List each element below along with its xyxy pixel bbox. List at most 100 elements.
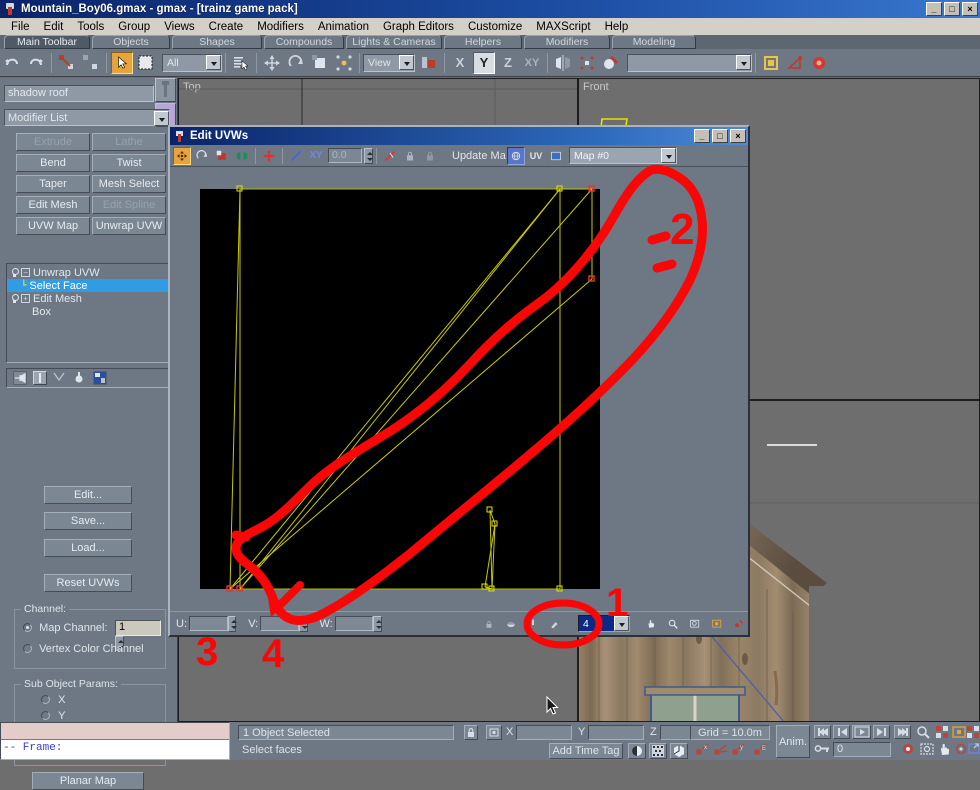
zoom-icon[interactable] — [915, 725, 931, 740]
modifier-button-edit-spline[interactable]: Edit Spline — [92, 196, 166, 214]
min-max-toggle-icon[interactable] — [968, 742, 980, 757]
pan-icon[interactable] — [937, 742, 953, 757]
configure-modifier-sets-icon[interactable] — [93, 371, 107, 385]
selection-filter-combo[interactable]: All — [162, 53, 222, 72]
key-mode-icon[interactable] — [813, 742, 831, 757]
w-field[interactable] — [334, 616, 374, 631]
show-map-icon[interactable] — [507, 146, 525, 165]
zoom-extents-icon[interactable] — [951, 725, 967, 740]
lock-selected-vertices-icon[interactable] — [421, 147, 439, 165]
expand-plus-icon[interactable]: + — [21, 294, 30, 303]
use-transform-coord-center-icon[interactable] — [418, 52, 440, 74]
uv-canvas-svg[interactable] — [172, 169, 746, 597]
select-and-uniform-scale-icon[interactable] — [309, 52, 331, 74]
xy-axis-icon[interactable] — [712, 743, 729, 759]
animate-button[interactable]: Anim. — [776, 725, 810, 758]
menu-item-edit[interactable]: Edit — [37, 20, 71, 34]
stack-item-edit-mesh[interactable]: + Edit Mesh — [7, 292, 169, 305]
modifier-button-mesh-select[interactable]: Mesh Select — [92, 175, 166, 193]
modifier-button-uvw-map[interactable]: UVW Map — [16, 217, 90, 235]
update-map-button[interactable]: Update Map — [452, 150, 506, 162]
filter-value-field[interactable]: 0.0 — [328, 148, 362, 163]
reference-coordinate-system-combo[interactable]: View — [363, 53, 415, 72]
zoom-extents-selected-icon[interactable] — [731, 616, 747, 632]
unlink-selection-icon[interactable] — [80, 52, 102, 74]
map-channel-radio[interactable] — [23, 623, 32, 632]
modifier-button-unwrap-uvw[interactable]: Unwrap UVW — [92, 217, 166, 235]
make-unique-icon[interactable] — [53, 371, 67, 385]
object-name-field[interactable]: shadow roof — [4, 85, 154, 102]
current-frame-field[interactable]: 0 — [833, 742, 891, 757]
break-icon[interactable] — [287, 147, 305, 165]
chevron-down-icon[interactable] — [154, 110, 169, 126]
snaps-toggle-icon[interactable] — [760, 52, 782, 74]
modifier-button-lathe[interactable]: Lathe — [92, 133, 166, 151]
undo-icon[interactable] — [1, 52, 23, 74]
tab-objects[interactable]: Objects — [92, 35, 170, 49]
unwrap-options-icon[interactable] — [503, 616, 519, 632]
modifier-button-extrude[interactable]: Extrude — [16, 133, 90, 151]
x-coord-field[interactable] — [516, 725, 572, 740]
select-object-icon[interactable] — [111, 51, 133, 74]
selection-lock-icon[interactable] — [464, 725, 478, 740]
material-editor-icon[interactable] — [600, 52, 622, 74]
menu-item-help[interactable]: Help — [598, 20, 636, 34]
zoom-region-icon[interactable] — [687, 616, 703, 632]
play-animation-icon[interactable] — [852, 725, 871, 739]
mirror-icon[interactable] — [233, 147, 251, 165]
tab-shapes[interactable]: Shapes — [172, 35, 262, 49]
chevron-down-icon[interactable] — [736, 55, 751, 70]
vertex-color-channel-radio[interactable] — [23, 644, 32, 653]
show-map-in-viewport-icon[interactable] — [547, 147, 565, 165]
scale-icon[interactable] — [213, 147, 231, 165]
stack-item-select-face[interactable]: ┗ Select Face — [7, 279, 169, 292]
light-bulb-icon[interactable] — [10, 293, 19, 304]
menu-item-file[interactable]: File — [4, 20, 37, 34]
break-apart-icon[interactable] — [381, 147, 399, 165]
light-bulb-icon[interactable] — [10, 267, 19, 278]
select-and-link-icon[interactable] — [56, 52, 78, 74]
pin-stack-icon[interactable] — [13, 371, 27, 385]
expand-minus-icon[interactable]: − — [21, 268, 30, 277]
named-selection-set-combo[interactable] — [627, 53, 752, 72]
uv-canvas[interactable] — [172, 169, 746, 597]
edit-uvws-dialog[interactable]: Edit UVWs _ □ × XY 0.0 Update Map UV Map… — [168, 125, 750, 637]
menu-item-customize[interactable]: Customize — [461, 20, 529, 34]
menu-item-create[interactable]: Create — [202, 20, 251, 34]
map-channel-field[interactable]: 1 — [115, 620, 161, 636]
close-button[interactable]: × — [730, 129, 746, 143]
modifier-list-combo[interactable]: Modifier List — [4, 109, 170, 126]
go-to-end-icon[interactable] — [894, 725, 911, 739]
maximize-button[interactable]: □ — [944, 2, 960, 16]
u-spinner[interactable] — [227, 615, 237, 632]
stack-item-box[interactable]: Box — [7, 305, 169, 318]
pan-icon[interactable] — [643, 616, 659, 632]
menu-item-graph-editors[interactable]: Graph Editors — [376, 20, 461, 34]
chevron-down-icon[interactable] — [399, 55, 414, 70]
tab-compounds[interactable]: Compounds — [264, 35, 344, 49]
modifier-stack[interactable]: − Unwrap UVW ┗ Select Face + Edit Mesh B… — [6, 263, 170, 363]
constraint-icon[interactable]: E — [752, 743, 769, 759]
menu-item-maxscript[interactable]: MAXScript — [529, 20, 597, 34]
select-and-move-icon[interactable] — [261, 52, 283, 74]
restrict-to-z-icon[interactable]: Z — [497, 52, 519, 74]
zoom-extents-all-icon[interactable] — [966, 725, 980, 740]
weld-selected-icon[interactable] — [260, 147, 278, 165]
menu-item-animation[interactable]: Animation — [311, 20, 376, 34]
lock-selected-icon[interactable] — [401, 147, 419, 165]
chevron-down-icon[interactable] — [661, 148, 676, 163]
v-spinner[interactable] — [298, 615, 308, 632]
menu-item-modifiers[interactable]: Modifiers — [250, 20, 311, 34]
snap-toggle-icon[interactable] — [628, 743, 646, 759]
y-coord-field[interactable] — [588, 725, 644, 740]
axis-y-radio[interactable] — [41, 711, 50, 720]
move-selected-subobject-icon[interactable] — [173, 146, 191, 165]
rotate-icon[interactable] — [193, 147, 211, 165]
remove-modifier-icon[interactable] — [73, 371, 87, 385]
angle-snap-icon[interactable] — [649, 743, 667, 759]
previous-frame-icon[interactable] — [833, 725, 850, 739]
mirror-icon[interactable] — [552, 52, 574, 74]
select-and-rotate-icon[interactable] — [285, 52, 307, 74]
next-frame-icon[interactable] — [873, 725, 890, 739]
field-of-view-icon[interactable] — [900, 742, 916, 757]
